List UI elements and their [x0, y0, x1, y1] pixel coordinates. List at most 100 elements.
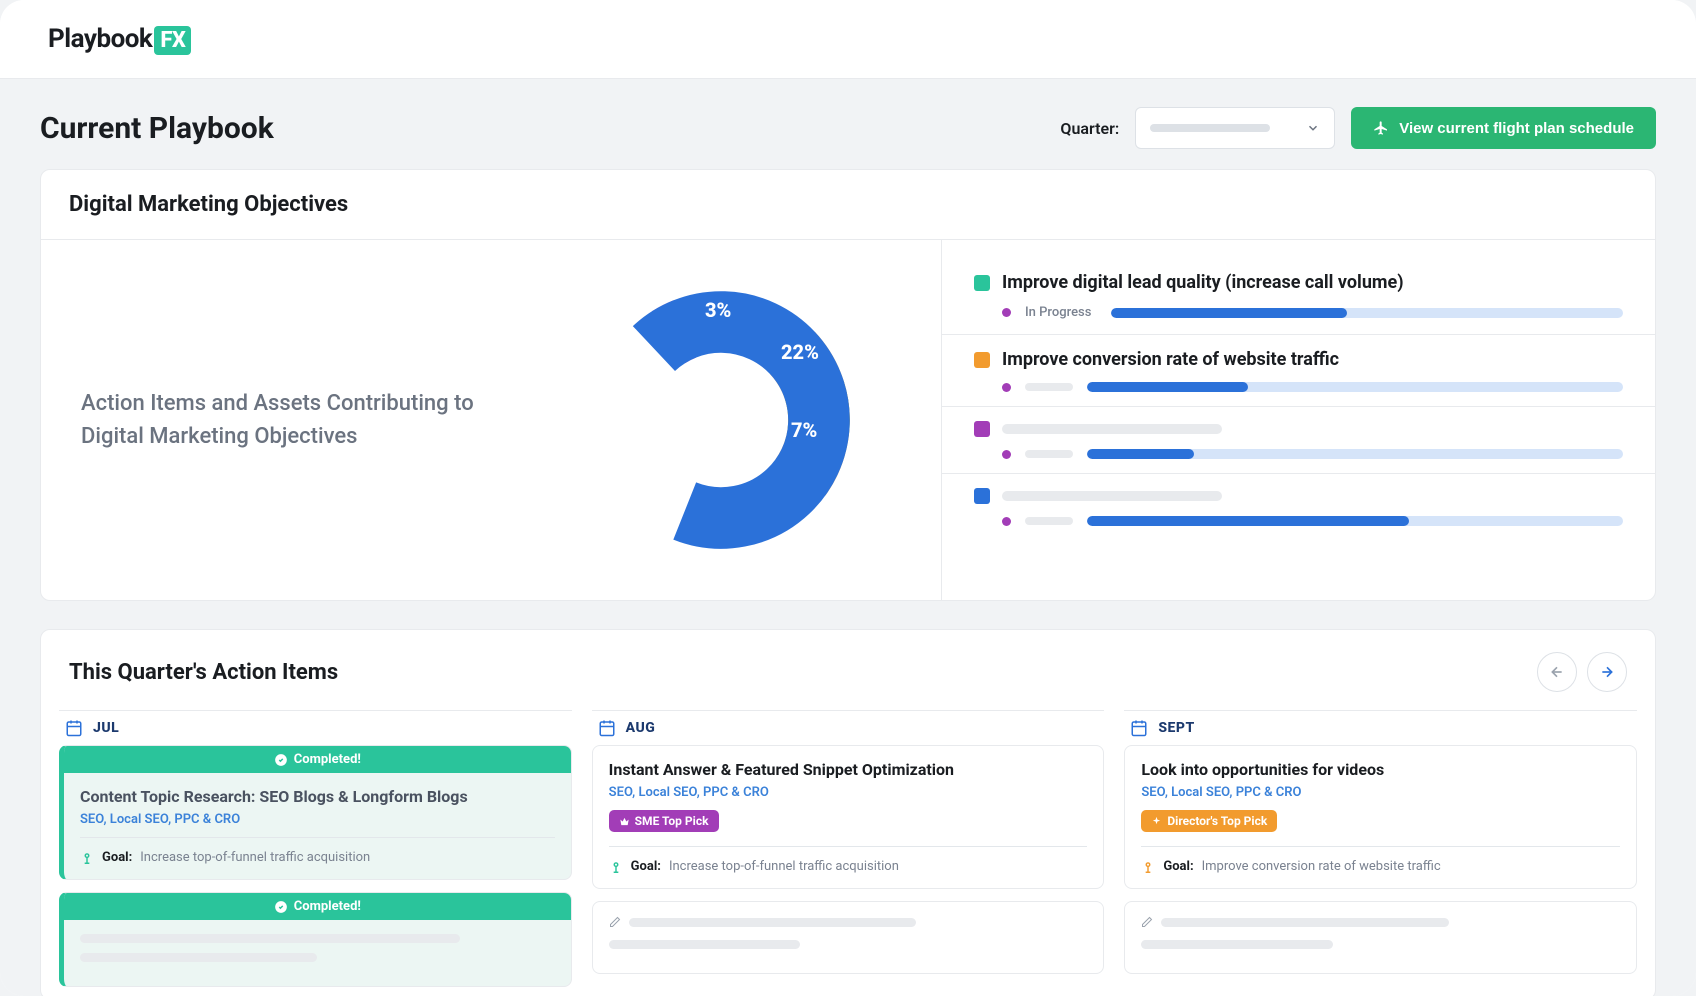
action-title: Look into opportunities for videos: [1141, 760, 1620, 779]
action-tags: SEO, Local SEO, PPC & CRO: [609, 785, 1088, 800]
goal-icon: [609, 860, 623, 874]
month-label: AUG: [626, 720, 656, 736]
donut-label-3: 3%: [705, 298, 731, 322]
status-text: In Progress: [1025, 305, 1097, 320]
title-row: Current Playbook Quarter: View current f…: [40, 79, 1656, 169]
badge-text: Director's Top Pick: [1167, 814, 1267, 828]
month-column-jul: JUL Completed! Content Topic Research: S…: [59, 710, 572, 996]
app-header: PlaybookFX: [0, 0, 1696, 79]
objectives-header: Digital Marketing Objectives: [41, 170, 1655, 240]
action-card-placeholder[interactable]: [592, 901, 1105, 974]
donut-label-22: 22%: [781, 340, 819, 364]
flight-plan-button[interactable]: View current flight plan schedule: [1351, 107, 1656, 149]
brand-name: Playbook: [48, 24, 152, 54]
goal-label: Goal:: [1163, 859, 1193, 874]
completed-label: Completed!: [294, 899, 361, 914]
badge-text: SME Top Pick: [635, 814, 709, 828]
goal-text: Improve conversion rate of website traff…: [1202, 859, 1441, 874]
goal-icon: [80, 851, 94, 865]
objective-row: [942, 407, 1655, 474]
objective-title-placeholder: [1002, 491, 1222, 501]
page-title: Current Playbook: [40, 111, 274, 146]
action-card[interactable]: Look into opportunities for videos SEO, …: [1124, 745, 1637, 889]
goal-label: Goal:: [631, 859, 661, 874]
swatch-blue: [974, 488, 990, 504]
month-column-aug: AUG Instant Answer & Featured Snippet Op…: [592, 710, 1105, 996]
status-dot: [1002, 308, 1011, 317]
month-label: SEPT: [1158, 720, 1194, 736]
action-card-placeholder[interactable]: Completed!: [59, 892, 572, 987]
swatch-purple: [974, 421, 990, 437]
calendar-icon: [598, 719, 616, 737]
month-column-sept: SEPT Look into opportunities for videos …: [1124, 710, 1637, 996]
swatch-teal: [974, 275, 990, 291]
pencil-icon: [609, 916, 621, 928]
months-row: JUL Completed! Content Topic Research: S…: [41, 710, 1655, 996]
progress-bar: [1087, 516, 1623, 526]
objective-row: Improve digital lead quality (increase c…: [942, 258, 1655, 335]
action-title: Content Topic Research: SEO Blogs & Long…: [80, 787, 555, 806]
swatch-orange: [974, 352, 990, 368]
calendar-icon: [65, 719, 83, 737]
plane-icon: [1373, 120, 1389, 136]
status-dot: [1002, 450, 1011, 459]
next-button[interactable]: [1587, 652, 1627, 692]
arrow-right-icon: [1599, 664, 1615, 680]
check-circle-icon: [274, 900, 288, 914]
action-card[interactable]: Instant Answer & Featured Snippet Optimi…: [592, 745, 1105, 889]
calendar-icon: [1130, 719, 1148, 737]
status-dot: [1002, 517, 1011, 526]
action-items-title: This Quarter's Action Items: [69, 660, 338, 685]
chevron-down-icon: [1306, 121, 1320, 135]
progress-bar: [1087, 382, 1623, 392]
progress-bar: [1087, 449, 1623, 459]
quarter-select[interactable]: [1135, 107, 1335, 149]
brand-logo: PlaybookFX: [48, 24, 191, 54]
action-card[interactable]: Completed! Content Topic Research: SEO B…: [59, 745, 572, 880]
flight-plan-label: View current flight plan schedule: [1399, 120, 1634, 137]
objective-row: [942, 474, 1655, 540]
badge-directors-top-pick: Director's Top Pick: [1141, 810, 1277, 832]
donut-label-7: 7%: [791, 418, 817, 442]
badge-sme-top-pick: SME Top Pick: [609, 810, 719, 832]
completed-banner: Completed!: [64, 746, 571, 773]
goal-text: Increase top-of-funnel traffic acquisiti…: [669, 859, 899, 874]
month-label: JUL: [93, 720, 119, 736]
objective-title-placeholder: [1002, 424, 1222, 434]
completed-banner: Completed!: [64, 893, 571, 920]
action-title: Instant Answer & Featured Snippet Optimi…: [609, 760, 1088, 779]
status-dot: [1002, 383, 1011, 392]
action-tags: SEO, Local SEO, PPC & CRO: [80, 812, 555, 827]
arrow-left-icon: [1549, 664, 1565, 680]
objectives-description: Action Items and Assets Contributing to …: [81, 387, 521, 453]
title-actions: Quarter: View current flight plan schedu…: [1060, 107, 1656, 149]
quarter-label: Quarter:: [1060, 119, 1119, 138]
donut-label-68: 68%: [613, 420, 651, 444]
nav-buttons: [1537, 652, 1627, 692]
completed-label: Completed!: [294, 752, 361, 767]
crown-icon: [619, 816, 630, 827]
objective-title: Improve conversion rate of website traff…: [1002, 349, 1339, 370]
action-card-placeholder[interactable]: [1124, 901, 1637, 974]
action-items-card: This Quarter's Action Items JUL: [40, 629, 1656, 996]
goal-text: Increase top-of-funnel traffic acquisiti…: [140, 850, 370, 865]
objectives-title: Digital Marketing Objectives: [69, 192, 1627, 217]
objectives-left: Action Items and Assets Contributing to …: [41, 240, 941, 600]
check-circle-icon: [274, 753, 288, 767]
prev-button[interactable]: [1537, 652, 1577, 692]
goal-icon: [1141, 860, 1155, 874]
status-placeholder: [1025, 517, 1073, 525]
objective-title: Improve digital lead quality (increase c…: [1002, 272, 1404, 293]
action-tags: SEO, Local SEO, PPC & CRO: [1141, 785, 1620, 800]
objective-row: Improve conversion rate of website traff…: [942, 335, 1655, 407]
goal-label: Goal:: [102, 850, 132, 865]
pencil-icon: [1141, 916, 1153, 928]
objectives-list: Improve digital lead quality (increase c…: [941, 240, 1655, 600]
quarter-placeholder: [1150, 124, 1270, 132]
brand-suffix: FX: [154, 26, 191, 55]
status-placeholder: [1025, 383, 1073, 391]
sparkle-icon: [1151, 816, 1162, 827]
progress-bar: [1111, 308, 1623, 318]
objectives-card: Digital Marketing Objectives Action Item…: [40, 169, 1656, 601]
status-placeholder: [1025, 450, 1073, 458]
